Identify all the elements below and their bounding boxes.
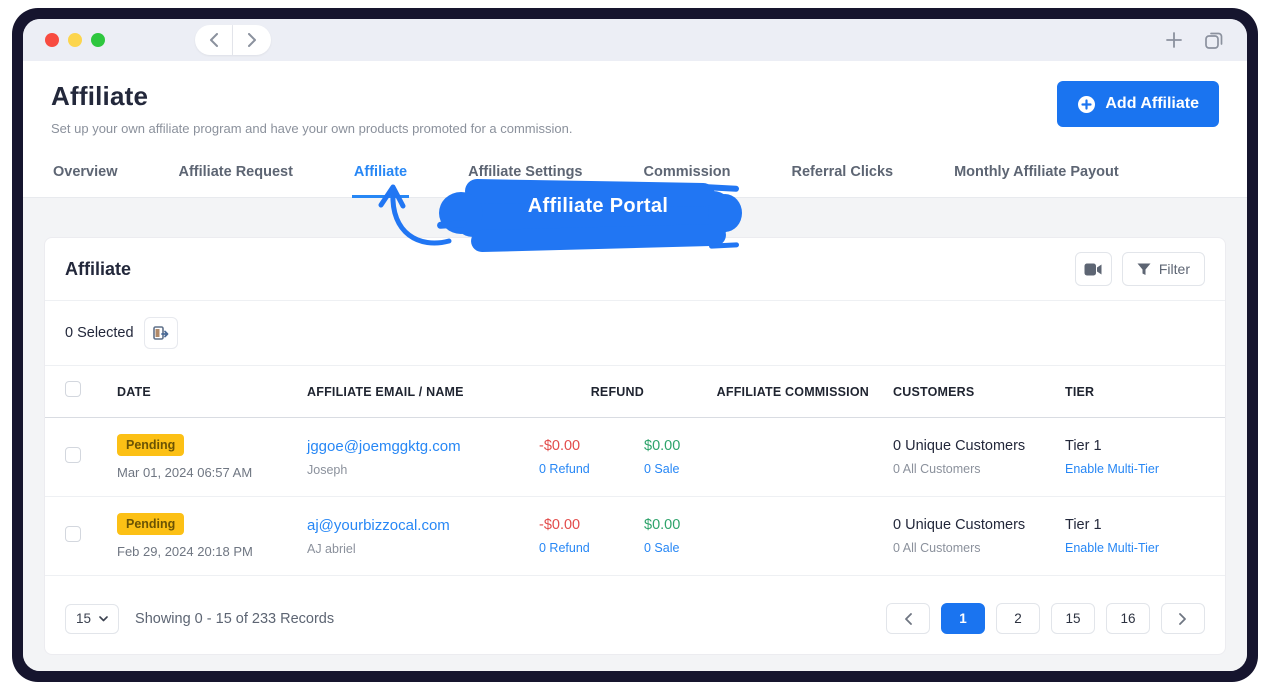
app-window: Affiliate Set up your own affiliate prog… [23,19,1247,671]
tab-bar: Overview Affiliate Request Affiliate Aff… [23,158,1247,198]
tab-monthly-affiliate-payout[interactable]: Monthly Affiliate Payout [952,158,1121,197]
tab-affiliate-settings[interactable]: Affiliate Settings [466,158,584,197]
refund-count-link[interactable]: 0 Refund [539,462,644,476]
sale-count-link[interactable]: 0 Sale [644,541,869,555]
forward-button[interactable] [233,25,271,55]
column-header-tier: TIER [1065,385,1205,399]
tier-value: Tier 1 [1065,438,1205,454]
traffic-lights [45,33,105,47]
browser-nav [195,25,271,55]
tab-overview[interactable]: Overview [51,158,120,197]
refund-count-link[interactable]: 0 Refund [539,541,644,555]
page-header: Affiliate Set up your own affiliate prog… [23,61,1247,136]
page-button-16[interactable]: 16 [1106,603,1150,634]
chevron-down-icon [99,616,108,622]
affiliate-name: Joseph [307,463,539,477]
selected-count: 0 Selected [65,325,134,341]
table-header-row: DATE AFFILIATE EMAIL / NAME REFUND AFFIL… [45,366,1225,418]
status-badge: Pending [117,513,184,535]
all-customers: 0 All Customers [893,462,1065,476]
tab-referral-clicks[interactable]: Referral Clicks [790,158,896,197]
content-area: Affiliate Portal Affiliate Filter [23,198,1247,671]
titlebar [23,19,1247,61]
add-affiliate-label: Add Affiliate [1105,95,1199,113]
commission-amount: $0.00 [644,438,869,454]
export-icon [153,326,169,341]
row-date: Mar 01, 2024 06:57 AM [117,465,307,480]
annotation-label: Affiliate Portal [468,195,728,218]
page-size-value: 15 [76,611,91,626]
all-customers: 0 All Customers [893,541,1065,555]
affiliate-name: AJ abriel [307,542,539,556]
affiliate-card: Affiliate Filter 0 Selected [44,237,1226,655]
select-all-checkbox[interactable] [65,381,81,397]
table-row: Pending Feb 29, 2024 20:18 PM aj@yourbiz… [45,497,1225,576]
add-affiliate-button[interactable]: Add Affiliate [1057,81,1219,127]
window-frame: Affiliate Set up your own affiliate prog… [12,8,1258,682]
filter-funnel-icon [1137,263,1151,276]
maximize-window-icon[interactable] [91,33,105,47]
unique-customers: 0 Unique Customers [893,517,1065,533]
video-tutorial-button[interactable] [1075,252,1112,286]
enable-multi-tier-link[interactable]: Enable Multi-Tier [1065,541,1205,555]
export-button[interactable] [144,317,178,349]
pagination: 1 2 15 16 [886,603,1205,634]
page-title: Affiliate [51,81,572,112]
table-row: Pending Mar 01, 2024 06:57 AM jggoe@joem… [45,418,1225,497]
refund-amount: -$0.00 [539,438,644,454]
chevron-left-icon [209,33,218,47]
status-badge: Pending [117,434,184,456]
unique-customers: 0 Unique Customers [893,438,1065,454]
column-header-date: DATE [117,385,307,399]
refund-amount: -$0.00 [539,517,644,533]
tab-affiliate-request[interactable]: Affiliate Request [177,158,295,197]
plus-icon [1165,31,1183,49]
card-title: Affiliate [65,259,131,280]
column-header-email: AFFILIATE EMAIL / NAME [307,385,539,399]
back-button[interactable] [195,25,233,55]
prev-page-button[interactable] [886,603,930,634]
tier-value: Tier 1 [1065,517,1205,533]
tab-commission[interactable]: Commission [642,158,733,197]
selection-bar: 0 Selected [45,301,1225,366]
showing-records-text: Showing 0 - 15 of 233 Records [135,611,334,627]
row-date: Feb 29, 2024 20:18 PM [117,544,307,559]
tabs-overview-button[interactable] [1203,29,1225,51]
filter-button[interactable]: Filter [1122,252,1205,286]
chevron-left-icon [904,613,912,625]
filter-label: Filter [1159,261,1190,277]
stacked-squares-icon [1204,30,1224,50]
page-button-2[interactable]: 2 [996,603,1040,634]
new-tab-button[interactable] [1163,29,1185,51]
chevron-right-icon [248,33,257,47]
page-button-15[interactable]: 15 [1051,603,1095,634]
table-footer: 15 Showing 0 - 15 of 233 Records 1 2 15 … [45,587,1225,654]
commission-amount: $0.00 [644,517,869,533]
affiliate-email-link[interactable]: jggoe@joemggktg.com [307,438,539,455]
tab-affiliate[interactable]: Affiliate [352,158,409,198]
chevron-right-icon [1179,613,1187,625]
video-camera-icon [1084,263,1102,276]
column-header-refund: REFUND [539,385,644,399]
enable-multi-tier-link[interactable]: Enable Multi-Tier [1065,462,1205,476]
page-subtitle: Set up your own affiliate program and ha… [51,121,572,136]
page-size-select[interactable]: 15 [65,604,119,634]
row-checkbox[interactable] [65,447,81,463]
affiliate-email-link[interactable]: aj@yourbizzocal.com [307,517,539,534]
row-checkbox[interactable] [65,526,81,542]
sale-count-link[interactable]: 0 Sale [644,462,869,476]
next-page-button[interactable] [1161,603,1205,634]
column-header-commission: AFFILIATE COMMISSION [644,385,869,399]
card-header: Affiliate Filter [45,238,1225,301]
close-window-icon[interactable] [45,33,59,47]
minimize-window-icon[interactable] [68,33,82,47]
column-header-customers: CUSTOMERS [869,385,1065,399]
page-button-1[interactable]: 1 [941,603,985,634]
plus-circle-icon [1077,95,1096,114]
